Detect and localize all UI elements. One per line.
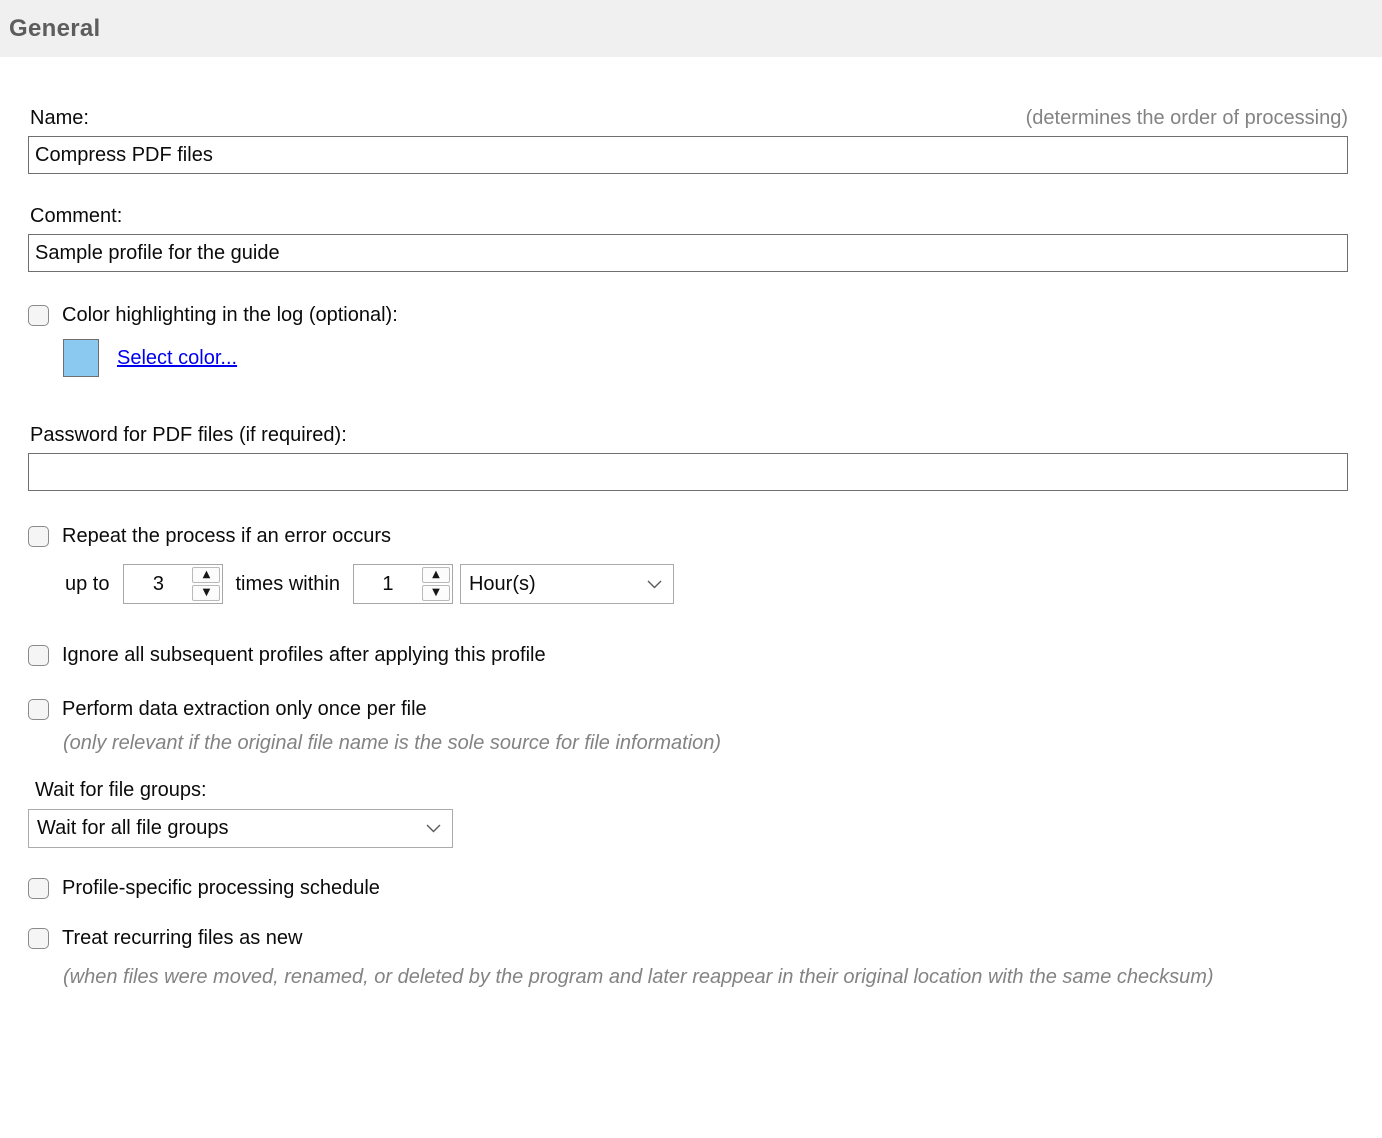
retry-count-spin-down-button[interactable]: ▼ — [192, 585, 220, 601]
time-unit-selected-value: Hour(s) — [469, 573, 536, 596]
color-highlighting-row[interactable]: Color highlighting in the log (optional)… — [28, 304, 1348, 327]
processing-schedule-row[interactable]: Profile-specific processing schedule — [28, 877, 1348, 900]
ignore-profiles-checkbox[interactable] — [28, 645, 49, 666]
name-order-hint: (determines the order of processing) — [1026, 107, 1348, 130]
color-swatch[interactable] — [63, 339, 99, 377]
recurring-files-checkbox[interactable] — [28, 928, 49, 949]
retry-count-spin-buttons: ▲ ▼ — [192, 565, 222, 603]
chevron-down-icon — [647, 580, 662, 589]
processing-schedule-label[interactable]: Profile-specific processing schedule — [62, 877, 380, 900]
name-label: Name: — [30, 107, 89, 130]
data-extraction-hint: (only relevant if the original file name… — [63, 732, 1348, 755]
time-window-spin-down-button[interactable]: ▼ — [422, 585, 450, 601]
ignore-profiles-label[interactable]: Ignore all subsequent profiles after app… — [62, 644, 546, 667]
chevron-down-icon — [426, 824, 441, 833]
name-input[interactable] — [28, 136, 1348, 174]
ignore-profiles-row[interactable]: Ignore all subsequent profiles after app… — [28, 644, 1348, 667]
repeat-on-error-row[interactable]: Repeat the process if an error occurs — [28, 525, 1348, 548]
processing-schedule-checkbox[interactable] — [28, 878, 49, 899]
repeat-on-error-checkbox[interactable] — [28, 526, 49, 547]
section-header: General — [0, 0, 1382, 57]
color-select-row: Select color... — [63, 339, 1348, 377]
password-input[interactable] — [28, 453, 1348, 491]
page-title: General — [9, 15, 100, 43]
time-window-spinner[interactable]: 1 ▲ ▼ — [353, 564, 453, 604]
retry-count-spinner[interactable]: 3 ▲ ▼ — [123, 564, 223, 604]
general-settings-form: Name: (determines the order of processin… — [0, 107, 1382, 993]
data-extraction-row[interactable]: Perform data extraction only once per fi… — [28, 698, 1348, 721]
file-groups-select[interactable]: Wait for all file groups — [28, 809, 453, 848]
time-window-spin-up-button[interactable]: ▲ — [422, 567, 450, 583]
comment-input[interactable] — [28, 234, 1348, 272]
retry-count-spin-up-button[interactable]: ▲ — [192, 567, 220, 583]
color-highlighting-label[interactable]: Color highlighting in the log (optional)… — [62, 304, 398, 327]
recurring-files-hint: (when files were moved, renamed, or dele… — [63, 961, 1313, 993]
password-label: Password for PDF files (if required): — [30, 424, 347, 447]
recurring-files-row[interactable]: Treat recurring files as new — [28, 927, 1348, 950]
repeat-settings-row: up to 3 ▲ ▼ times within 1 ▲ ▼ — [65, 564, 1348, 604]
up-to-label: up to — [65, 573, 109, 596]
comment-label: Comment: — [30, 205, 122, 228]
file-groups-selected-value: Wait for all file groups — [37, 817, 229, 840]
time-unit-select[interactable]: Hour(s) — [460, 564, 674, 604]
repeat-on-error-label[interactable]: Repeat the process if an error occurs — [62, 525, 391, 548]
name-label-row: Name: (determines the order of processin… — [28, 107, 1348, 130]
retry-count-value[interactable]: 3 — [124, 565, 192, 603]
color-highlighting-checkbox[interactable] — [28, 305, 49, 326]
arrow-up-icon: ▲ — [203, 570, 211, 580]
arrow-down-icon: ▼ — [432, 588, 440, 598]
file-groups-label: Wait for file groups: — [35, 779, 207, 802]
recurring-files-label[interactable]: Treat recurring files as new — [62, 927, 302, 950]
time-window-spin-buttons: ▲ ▼ — [422, 565, 452, 603]
time-window-value[interactable]: 1 — [354, 565, 422, 603]
data-extraction-checkbox[interactable] — [28, 699, 49, 720]
arrow-down-icon: ▼ — [203, 588, 211, 598]
arrow-up-icon: ▲ — [432, 570, 440, 580]
select-color-link[interactable]: Select color... — [117, 347, 237, 370]
data-extraction-label[interactable]: Perform data extraction only once per fi… — [62, 698, 427, 721]
times-within-label: times within — [235, 573, 339, 596]
